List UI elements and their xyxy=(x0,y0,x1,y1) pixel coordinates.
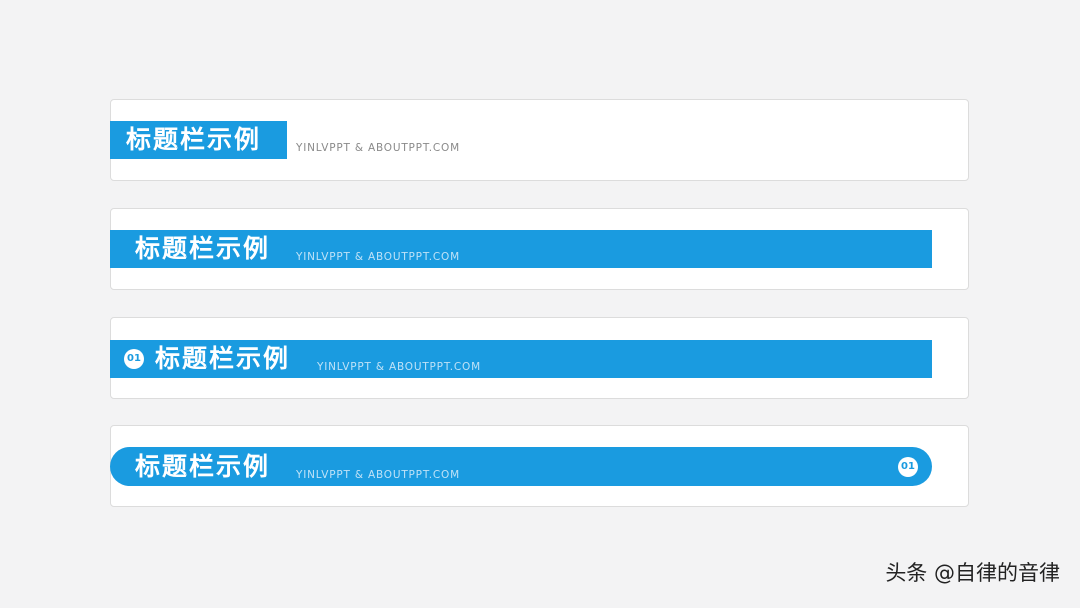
title-bar-example-2: 标题栏示例 YINLVPPT & ABOUTPPT.COM xyxy=(110,208,969,290)
title-text: 标题栏示例 xyxy=(126,125,262,154)
number-badge: 01 xyxy=(898,457,918,477)
title-text: 标题栏示例 xyxy=(135,234,271,263)
title-text: 标题栏示例 xyxy=(155,344,291,373)
subtitle-text: YINLVPPT & ABOUTPPT.COM xyxy=(296,251,460,263)
number-badge: 01 xyxy=(124,349,144,369)
title-text: 标题栏示例 xyxy=(135,452,271,481)
subtitle-text: YINLVPPT & ABOUTPPT.COM xyxy=(296,142,460,154)
title-bar-example-1: 标题栏示例 YINLVPPT & ABOUTPPT.COM xyxy=(110,99,969,181)
subtitle-text: YINLVPPT & ABOUTPPT.COM xyxy=(317,361,481,373)
title-bar-example-4: 标题栏示例 YINLVPPT & ABOUTPPT.COM 01 xyxy=(110,425,969,507)
watermark-text: 头条 @自律的音律 xyxy=(885,561,1060,585)
subtitle-text: YINLVPPT & ABOUTPPT.COM xyxy=(296,469,460,481)
title-bar-example-3: 01 标题栏示例 YINLVPPT & ABOUTPPT.COM xyxy=(110,317,969,399)
